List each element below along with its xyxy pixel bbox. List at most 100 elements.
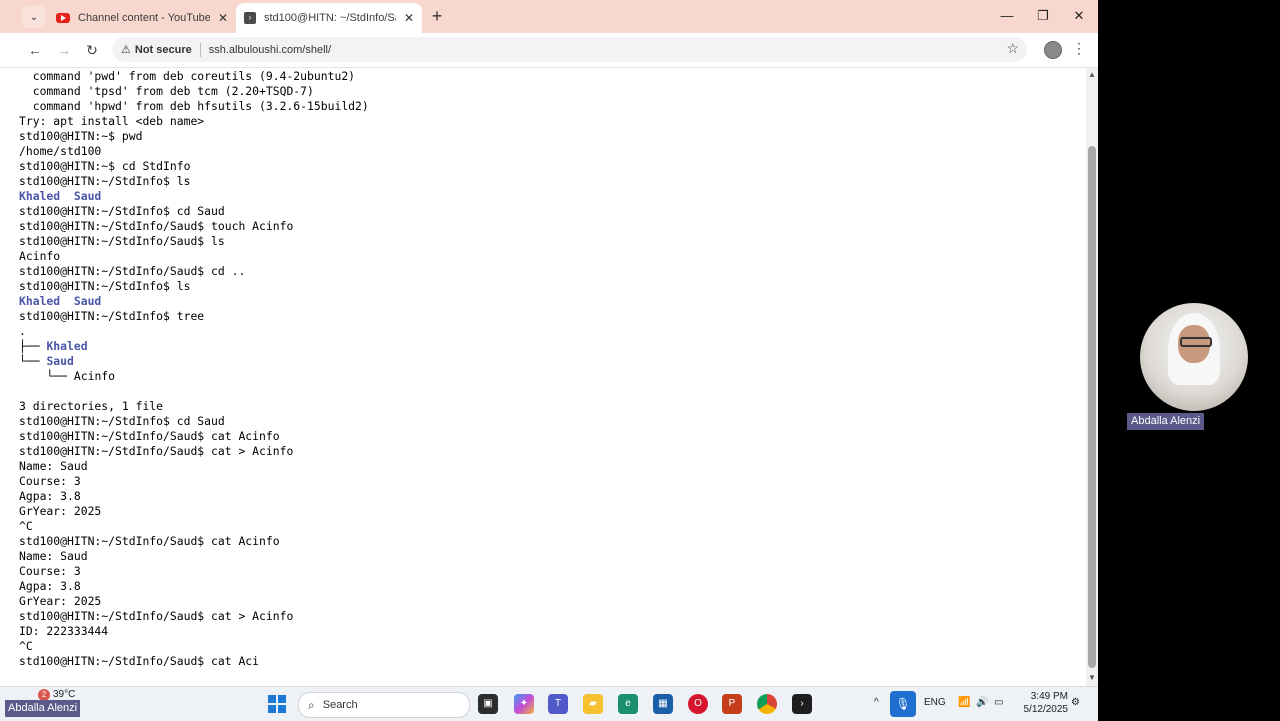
- terminal-output-line: Name: Saud: [19, 549, 88, 563]
- back-button[interactable]: ←: [25, 40, 45, 60]
- minimize-button[interactable]: —: [992, 6, 1022, 26]
- chevron-up-icon[interactable]: ^: [874, 697, 879, 708]
- tab-search-button[interactable]: ⌄: [22, 6, 46, 28]
- weather-temp: 39°C: [53, 689, 76, 700]
- warning-icon: ⚠: [121, 44, 131, 56]
- terminal-command-line: std100@HITN:~/StdInfo/Saud$ touch Acinfo: [19, 219, 294, 233]
- tree-branch: └──: [19, 369, 74, 383]
- terminal-output-line: command 'pwd' from deb coreutils (9.4-2u…: [19, 69, 356, 83]
- close-icon[interactable]: ✕: [400, 11, 418, 25]
- terminal-command-line: std100@HITN:~/StdInfo/Saud$ cat Acinfo: [19, 534, 280, 548]
- browser-window: ⌄ Channel content - YouTube Stu ✕ › std1…: [0, 0, 1098, 686]
- terminal-output-line: GrYear: 2025: [19, 594, 102, 608]
- scroll-down-icon[interactable]: ▼: [1088, 673, 1096, 682]
- menu-icon[interactable]: ⋮: [1072, 40, 1086, 57]
- terminal-command-line: std100@HITN:~/StdInfo$ ls: [19, 174, 191, 188]
- terminal-output-line: └── Saud: [19, 354, 369, 369]
- terminal-command-line: std100@HITN:~/StdInfo/Saud$ ls: [19, 234, 225, 248]
- terminal-output-line: ^C: [19, 639, 33, 653]
- wifi-icon[interactable]: 📶: [958, 697, 970, 708]
- terminal-command-line: std100@HITN:~$ cd StdInfo: [19, 159, 191, 173]
- scrollbar[interactable]: ▲ ▼: [1086, 68, 1098, 686]
- address-bar[interactable]: ⚠ Not secure ssh.albuloushi.com/shell/ ☆: [112, 37, 1027, 62]
- terminal-output-line: /home/std100: [19, 144, 102, 158]
- terminal-app-icon[interactable]: ›: [792, 694, 812, 714]
- forward-button[interactable]: →: [54, 40, 74, 60]
- search-icon: ⌕: [308, 697, 315, 712]
- tab-youtube-studio[interactable]: Channel content - YouTube Stu ✕: [52, 3, 232, 33]
- microphone-icon[interactable]: 🎙: [890, 691, 916, 717]
- windows-taskbar: 2 39°C ⌕ Search ▣ ✦ T ▰ e ▦ O P › ^ 🎙 ENG…: [0, 686, 1098, 721]
- terminal-command-line: std100@HITN:~/StdInfo$ cd Saud: [19, 414, 225, 428]
- terminal-output[interactable]: command 'pwd' from deb coreutils (9.4-2u…: [0, 68, 1086, 686]
- window-close-button[interactable]: ✕: [1064, 6, 1094, 26]
- terminal-output-line: ^C: [19, 519, 33, 533]
- clock-time: 3:49 PM: [1030, 691, 1068, 702]
- presenter-name-tag: Abdalla Alenzi: [1127, 413, 1205, 430]
- terminal-output-line: Agpa: 3.8: [19, 489, 81, 503]
- browser-toolbar: ← → ↻ ⚠ Not secure ssh.albuloushi.com/sh…: [0, 33, 1098, 68]
- tree-directory: Saud: [46, 354, 74, 368]
- terminal-output-line: Course: 3: [19, 564, 81, 578]
- chrome-icon[interactable]: [757, 694, 777, 714]
- teams-icon[interactable]: T: [548, 694, 568, 714]
- powerpoint-icon[interactable]: P: [722, 694, 742, 714]
- taskbar-search[interactable]: ⌕ Search: [298, 692, 470, 718]
- clock-date: 5/12/2025: [1023, 704, 1069, 715]
- tree-file: Acinfo: [73, 369, 116, 383]
- terminal-output-line: Khaled Saud: [19, 189, 102, 203]
- reload-button[interactable]: ↻: [82, 40, 102, 60]
- terminal-command-line: std100@HITN:~/StdInfo/Saud$ cd ..: [19, 264, 246, 278]
- presenter-video: [1140, 303, 1248, 411]
- task-view-icon[interactable]: ▣: [478, 694, 498, 714]
- scroll-up-icon[interactable]: ▲: [1088, 70, 1096, 79]
- presenter-glasses: [1180, 337, 1212, 347]
- terminal-command-line: std100@HITN:~/StdInfo/Saud$ cat > Acinfo: [19, 609, 294, 623]
- terminal-command-line: std100@HITN:~/StdInfo/Saud$ cat > Acinfo: [19, 444, 294, 458]
- opera-icon[interactable]: O: [688, 694, 708, 714]
- language-indicator[interactable]: ENG: [924, 697, 946, 708]
- profile-avatar[interactable]: [1044, 41, 1062, 59]
- tree-branch: ├──: [19, 339, 47, 353]
- presenter-name-tag-bottom: Abdalla Alenzi: [5, 700, 81, 717]
- store-icon[interactable]: ▦: [653, 694, 673, 714]
- terminal-command-line: std100@HITN:~$ pwd: [19, 129, 143, 143]
- terminal-output-line: Name: Saud: [19, 459, 88, 473]
- terminal-output-line: GrYear: 2025: [19, 504, 102, 518]
- terminal-output-line: Khaled Saud: [19, 294, 102, 308]
- battery-icon[interactable]: ▭: [994, 697, 1003, 708]
- terminal-output-line: Agpa: 3.8: [19, 579, 81, 593]
- new-tab-button[interactable]: +: [427, 6, 447, 26]
- file-explorer-icon[interactable]: ▰: [583, 694, 603, 714]
- windows-start-icon[interactable]: [268, 695, 286, 713]
- tab-title: std100@HITN: ~/StdInfo/Saud: [264, 12, 396, 24]
- star-icon[interactable]: ☆: [1006, 40, 1019, 57]
- scrollbar-thumb[interactable]: [1088, 146, 1096, 668]
- terminal-output-line: ID: 222333444: [19, 624, 109, 638]
- tab-title: Channel content - YouTube Stu: [78, 12, 210, 24]
- divider: [199, 42, 201, 57]
- search-placeholder: Search: [322, 699, 358, 711]
- terminal-icon: ›: [244, 12, 256, 24]
- terminal-output-line: 3 directories, 1 file: [19, 399, 164, 413]
- terminal-output-line: Acinfo: [19, 249, 61, 263]
- copilot-icon[interactable]: ✦: [514, 694, 534, 714]
- terminal-lines: command 'pwd' from deb coreutils (9.4-2u…: [19, 69, 369, 669]
- restore-button[interactable]: ❐: [1028, 6, 1058, 26]
- notifications-icon[interactable]: ⚙: [1071, 697, 1080, 708]
- tab-shell[interactable]: › std100@HITN: ~/StdInfo/Saud ✕: [236, 3, 422, 33]
- terminal-output-line: Try: apt install <deb name>: [19, 114, 205, 128]
- volume-icon[interactable]: 🔊: [976, 697, 988, 708]
- tab-strip: ⌄ Channel content - YouTube Stu ✕ › std1…: [0, 0, 1098, 33]
- url-text[interactable]: ssh.albuloushi.com/shell/: [209, 44, 331, 56]
- terminal-output-line: .: [19, 324, 26, 338]
- close-icon[interactable]: ✕: [214, 11, 232, 25]
- youtube-icon: [56, 13, 70, 23]
- terminal-command-line: std100@HITN:~/StdInfo$ cd Saud: [19, 204, 225, 218]
- terminal-output-line: └── Acinfo: [19, 369, 369, 384]
- security-indicator[interactable]: Not secure: [135, 44, 192, 56]
- terminal-command-line: std100@HITN:~/StdInfo$ ls: [19, 279, 191, 293]
- terminal-command-line: std100@HITN:~/StdInfo$ tree: [19, 309, 205, 323]
- edge-icon[interactable]: e: [618, 694, 638, 714]
- clock[interactable]: 3:49 PM 5/12/2025: [1020, 690, 1069, 716]
